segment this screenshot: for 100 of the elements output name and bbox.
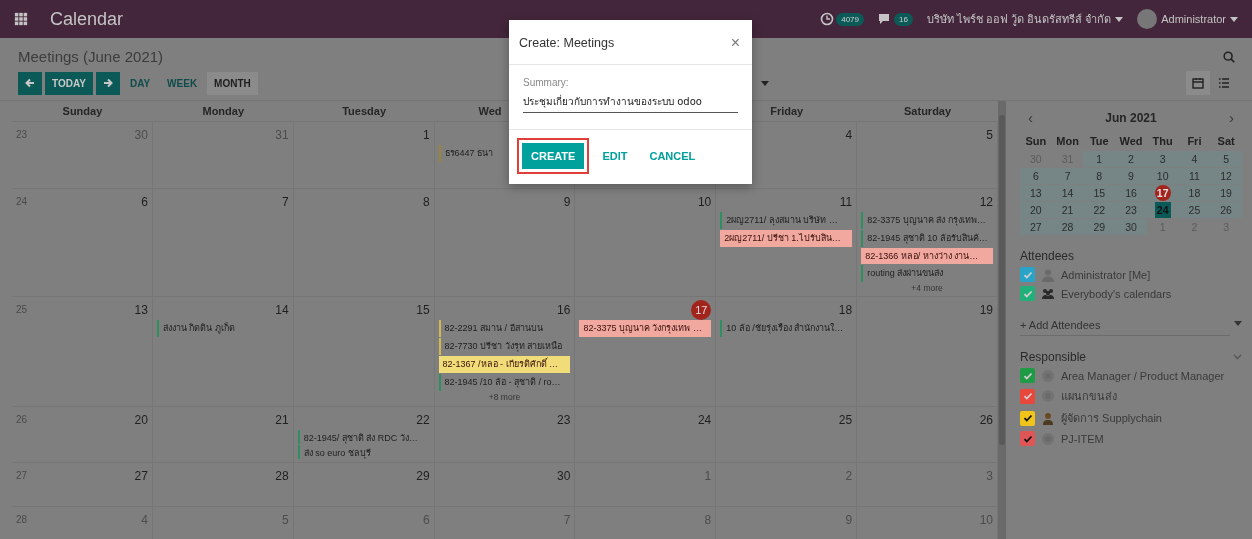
filter-label: ผู้จัดการ Supplychain xyxy=(1061,411,1162,427)
mini-calendar-day[interactable]: 24 xyxy=(1154,202,1171,218)
section-title: Responsible xyxy=(1020,350,1087,364)
checkbox[interactable] xyxy=(1020,286,1035,301)
weekday-label: Sun xyxy=(1024,134,1048,149)
calendar-event[interactable]: 82-3375 บุญนาค วังกรุงเทพ … xyxy=(579,320,712,337)
calendar-view-button[interactable] xyxy=(1186,71,1210,95)
clock-icon[interactable] xyxy=(820,12,835,26)
calendar-event[interactable]: 82-1945 สุชาติ 10 ล้อรับสินค้… xyxy=(861,229,993,247)
next-month-button[interactable]: › xyxy=(1229,109,1234,126)
calendar-event[interactable]: 82-1366 หลอ/ หางว่าง งาน… xyxy=(861,247,993,265)
calendar-event[interactable]: 82-1945 /10 ล้อ - สุชาติ / ro… xyxy=(438,374,571,391)
day-number: 28 xyxy=(275,468,289,483)
day-number: 23 xyxy=(557,412,571,427)
day-number: 11 xyxy=(839,194,853,209)
checkbox[interactable] xyxy=(1020,368,1035,383)
checkbox[interactable] xyxy=(1020,267,1035,282)
calendar-event[interactable]: ส่งงาน กิตติน ภูเก็ต xyxy=(156,320,289,337)
checkbox[interactable] xyxy=(1020,410,1035,426)
checkbox[interactable] xyxy=(1020,388,1035,404)
day-number: 12 xyxy=(979,194,993,209)
dialog-link-button[interactable]: CANCEL xyxy=(645,143,700,169)
checkmark-icon xyxy=(1022,269,1033,280)
next-button[interactable] xyxy=(95,71,120,95)
day-number: 27 xyxy=(134,468,148,483)
mini-calendar-day[interactable]: 8 xyxy=(1096,170,1103,182)
day-number: 20 xyxy=(134,412,148,427)
today-button[interactable]: TODAY xyxy=(45,71,93,95)
scale-tab[interactable]: WEEK xyxy=(160,71,205,95)
checkmark-icon xyxy=(1022,288,1033,299)
day-number: 24 xyxy=(697,412,712,427)
calendar-event[interactable]: 10 ล้อ /ชัยรุ่งเรือง สำนักงานใ… xyxy=(720,320,853,337)
caret-icon[interactable] xyxy=(1230,16,1238,22)
weekday-label: Fri xyxy=(1186,134,1203,149)
mini-calendar-day[interactable]: 17 xyxy=(1154,185,1171,201)
mini-calendar-day[interactable]: 9 xyxy=(1128,170,1134,182)
checkmark-icon xyxy=(1022,413,1033,423)
mini-calendar-day[interactable]: 1 xyxy=(1096,153,1103,165)
mini-calendar-day[interactable]: 2 xyxy=(1128,153,1134,165)
day-number: 16 xyxy=(557,302,571,317)
section-title: Attendees xyxy=(1020,249,1075,263)
weekday-header: Tuesday xyxy=(342,105,387,117)
weekday-header: Friday xyxy=(770,105,804,117)
checkmark-icon xyxy=(1022,370,1033,381)
close-button[interactable]: × xyxy=(730,34,740,52)
day-number: 10 xyxy=(697,194,712,209)
list-icon xyxy=(1218,77,1230,89)
weekday-header: Sunday xyxy=(62,105,103,117)
checkbox[interactable] xyxy=(1020,431,1035,446)
activity-count-badge: 4079 xyxy=(836,12,864,26)
previous-button[interactable] xyxy=(18,71,42,95)
calendar-event[interactable]: 82-1367 /หลอ - เกียรติศักดิ์ … xyxy=(438,356,571,373)
app-title: Calendar xyxy=(50,8,124,30)
calendar-event[interactable]: 2ผญ2711/ ปรีชา 1.ไปรับสิน… xyxy=(720,230,853,247)
scrollbar[interactable] xyxy=(998,101,1006,539)
caret-icon[interactable] xyxy=(760,80,769,86)
day-number: 17 xyxy=(691,299,712,320)
caret-icon[interactable] xyxy=(1234,321,1242,326)
arrow-right-icon xyxy=(102,78,113,88)
mini-calendar-day[interactable]: 5 xyxy=(1223,153,1230,165)
day-number: 7 xyxy=(282,194,289,209)
filter-label: Administrator [Me] xyxy=(1061,268,1151,281)
day-number: 9 xyxy=(563,194,571,209)
day-number: 5 xyxy=(986,127,993,142)
more-events-link[interactable]: +8 more xyxy=(438,392,571,402)
summary-input[interactable]: ประชุมเกี่ยวกับการทำงานของระบบ odoo xyxy=(523,94,738,113)
day-number: 8 xyxy=(422,194,430,209)
calendar-event[interactable]: ส่ง so euro ชลบุรี xyxy=(297,445,430,459)
caret-icon[interactable] xyxy=(1115,16,1124,22)
scale-tab[interactable]: DAY xyxy=(122,71,158,95)
apps-grid-icon[interactable] xyxy=(14,12,28,26)
dialog-link-button[interactable]: EDIT xyxy=(598,143,632,169)
scale-tab[interactable]: MONTH xyxy=(207,71,258,95)
page-title: Meetings (June 2021) xyxy=(18,48,164,65)
more-events-link[interactable]: +4 more xyxy=(861,283,993,293)
company-switcher[interactable]: บริษัท ไพร์ช ออฟ วู้ด อินดรัสทรีส์ จำกัด xyxy=(926,10,1112,28)
chat-icon[interactable] xyxy=(878,12,892,26)
calendar-event[interactable]: routing ส่งผ่านขนส่ง xyxy=(861,265,993,282)
field-label: Summary: xyxy=(523,77,570,88)
calendar-event[interactable]: 82-2291 สมาน / อีสานบน xyxy=(438,320,571,337)
day-number: 19 xyxy=(979,302,993,317)
calendar-event[interactable]: 82-3375 บุญนาค ส่ง กรุงเทพ… xyxy=(861,212,993,229)
day-number: 30 xyxy=(557,468,571,483)
previous-month-button[interactable]: ‹ xyxy=(1028,109,1033,126)
filter-label: Everybody's calendars xyxy=(1061,287,1172,300)
filter-label: PJ-ITEM xyxy=(1061,432,1104,445)
mini-calendar-day[interactable]: 3 xyxy=(1159,153,1166,165)
add-attendees-field[interactable]: + Add Attendees xyxy=(1020,311,1230,336)
user-avatar[interactable] xyxy=(1137,9,1158,29)
mini-calendar-day[interactable]: 7 xyxy=(1064,170,1071,182)
mini-calendar-day[interactable]: 6 xyxy=(1032,170,1039,182)
create-button[interactable]: CREATE xyxy=(522,143,585,169)
calendar-event[interactable]: 82-1945/ สุชาติ ส่ง RDC วัง… xyxy=(297,430,430,444)
day-number: 21 xyxy=(275,412,289,427)
user-menu[interactable]: Administrator xyxy=(1161,13,1226,25)
day-number: 13 xyxy=(134,302,148,317)
day-number: 25 xyxy=(838,412,853,427)
weekday-header: Monday xyxy=(202,105,245,117)
mini-calendar-day[interactable]: 4 xyxy=(1191,153,1198,165)
search-icon[interactable] xyxy=(1222,49,1236,64)
